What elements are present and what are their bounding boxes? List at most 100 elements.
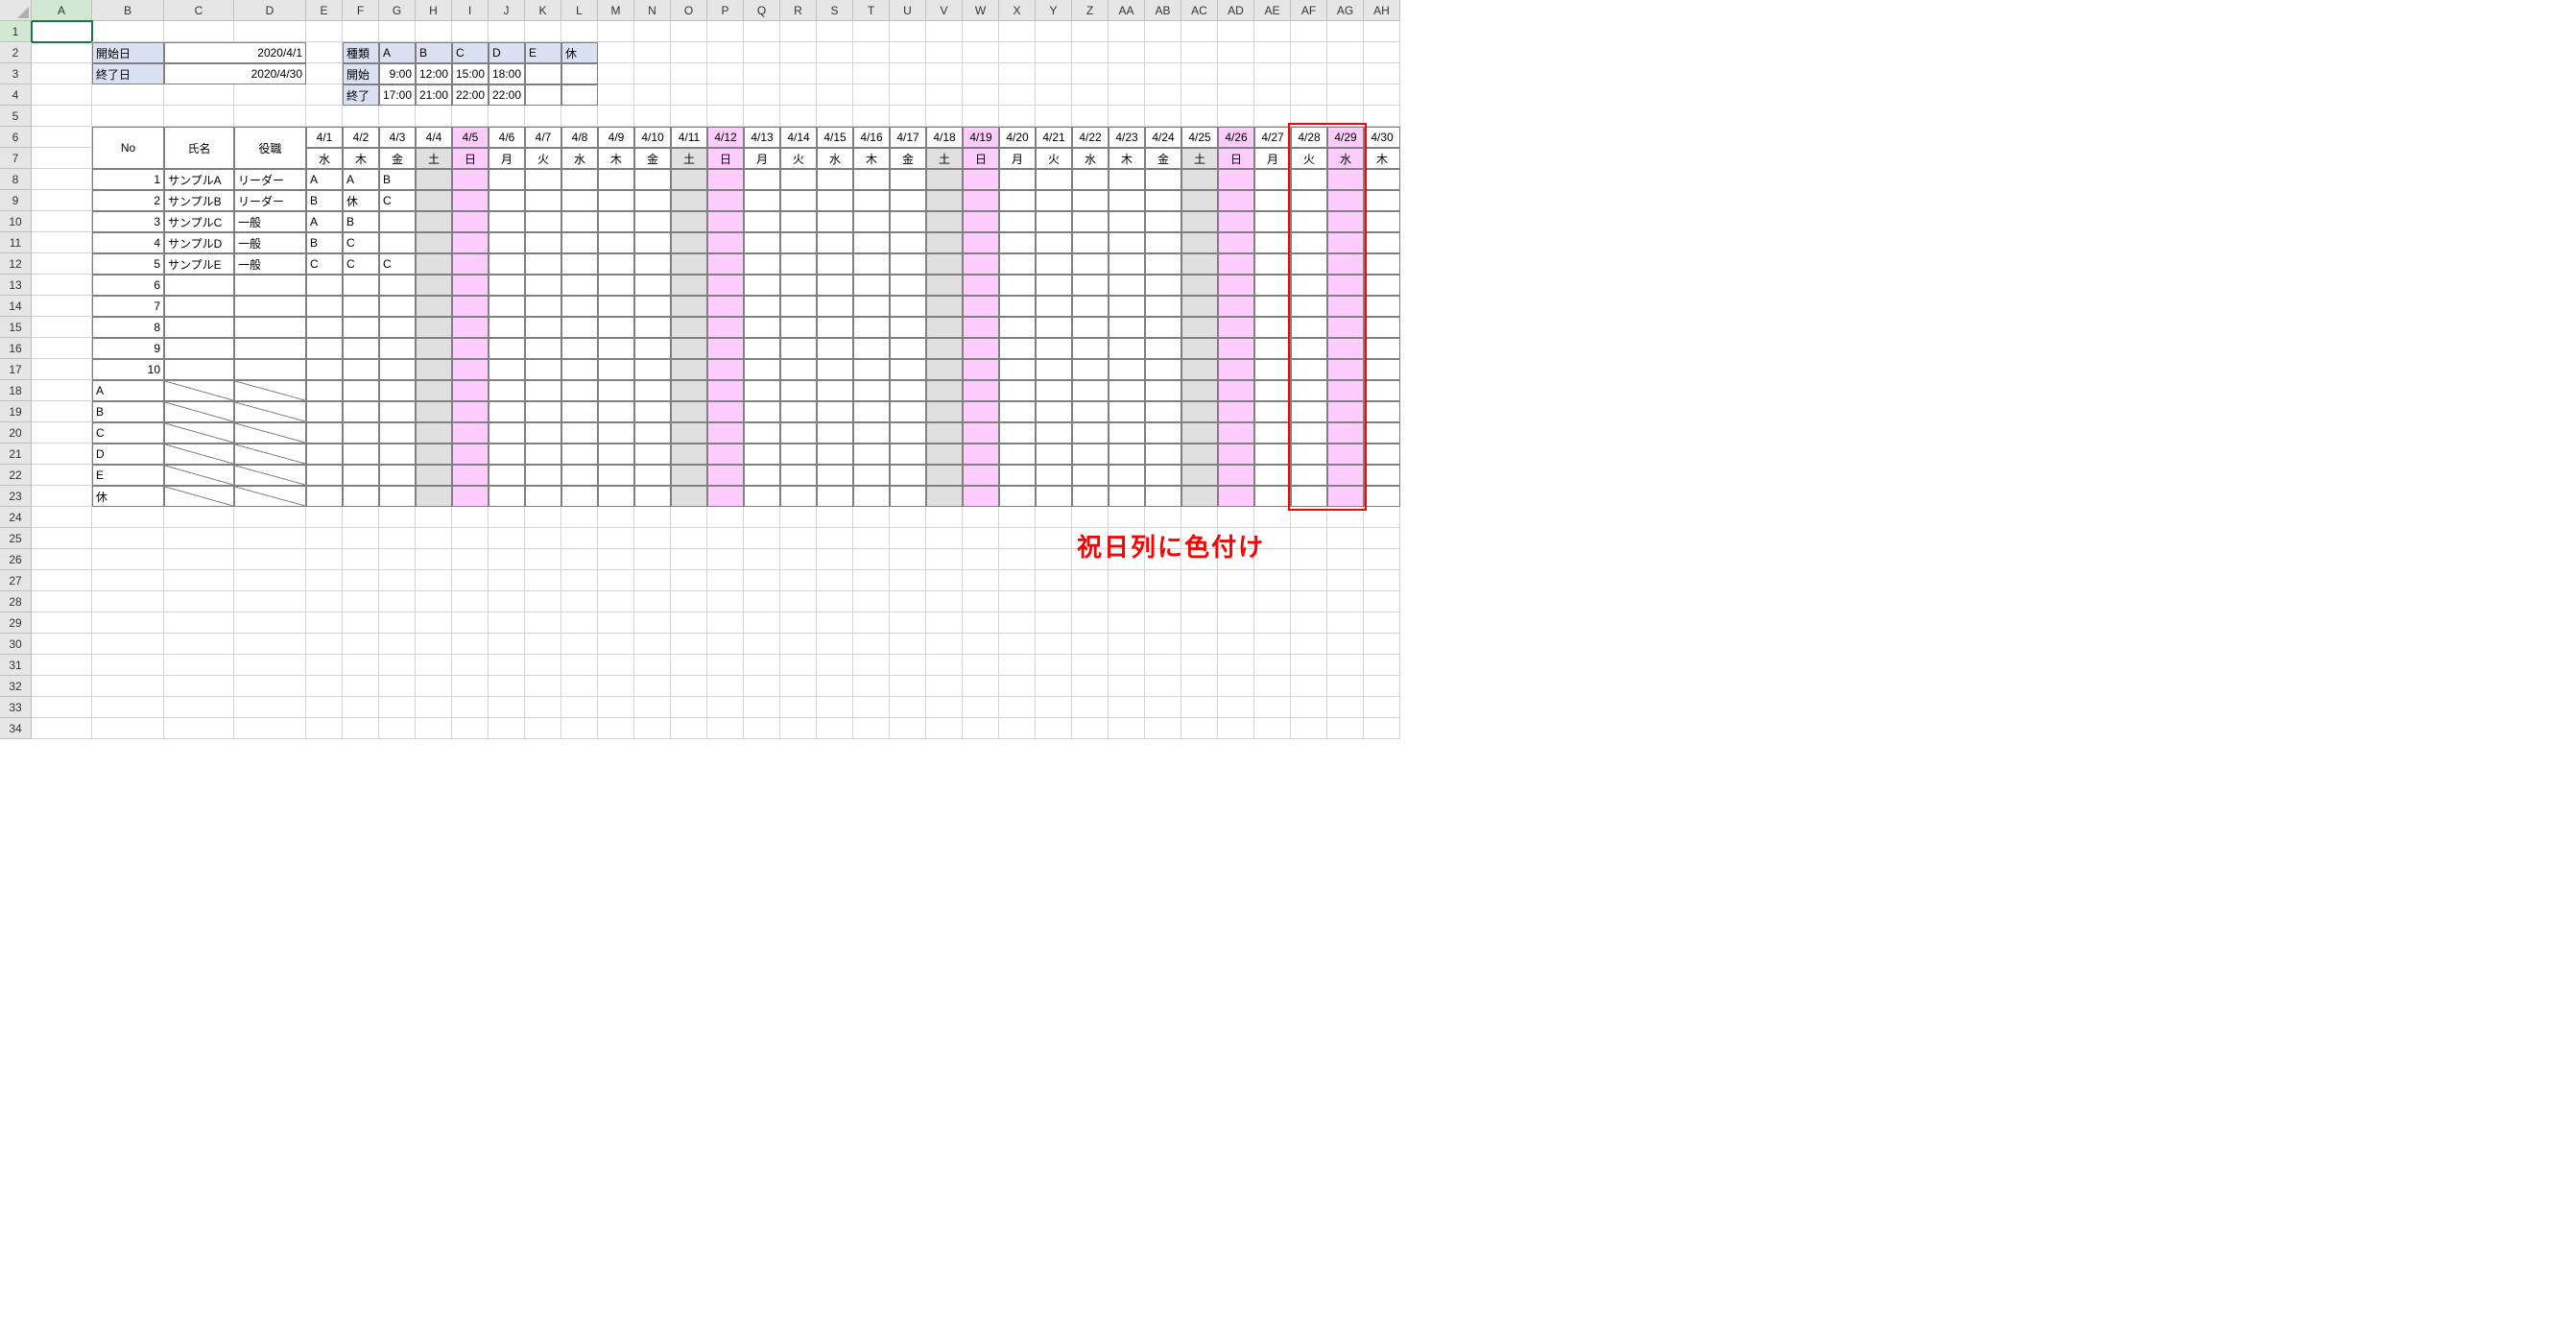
- col-header[interactable]: S: [817, 0, 853, 21]
- schedule-cell[interactable]: [1327, 317, 1364, 338]
- summary-diag[interactable]: [234, 465, 306, 486]
- cell[interactable]: [343, 507, 379, 528]
- summary-cell[interactable]: [598, 444, 634, 465]
- summary-cell[interactable]: [1145, 401, 1181, 422]
- date-header[interactable]: 4/15: [817, 127, 853, 148]
- schedule-cell[interactable]: [817, 190, 853, 211]
- cell[interactable]: [32, 655, 92, 676]
- cell[interactable]: [32, 507, 92, 528]
- start-date-label[interactable]: 開始日: [92, 42, 164, 63]
- summary-cell[interactable]: [780, 380, 817, 401]
- schedule-cell[interactable]: [598, 232, 634, 253]
- summary-cell[interactable]: [671, 422, 707, 444]
- cell[interactable]: [1145, 507, 1181, 528]
- cell[interactable]: [234, 106, 306, 127]
- schedule-cell[interactable]: [707, 211, 744, 232]
- row-header[interactable]: 31: [0, 655, 32, 676]
- cell[interactable]: [634, 42, 671, 63]
- schedule-cell[interactable]: [1036, 169, 1072, 190]
- summary-cell[interactable]: [1072, 486, 1109, 507]
- cell[interactable]: [1291, 718, 1327, 739]
- summary-cell[interactable]: [1072, 401, 1109, 422]
- cell[interactable]: [234, 676, 306, 697]
- col-header[interactable]: AE: [1254, 0, 1291, 21]
- cell[interactable]: [306, 507, 343, 528]
- summary-cell[interactable]: [1072, 422, 1109, 444]
- cell[interactable]: [32, 591, 92, 612]
- summary-cell[interactable]: [525, 486, 561, 507]
- schedule-cell[interactable]: [379, 296, 416, 317]
- schedule-cell[interactable]: [999, 359, 1036, 380]
- cell[interactable]: [817, 676, 853, 697]
- summary-cell[interactable]: [306, 422, 343, 444]
- summary-cell[interactable]: [452, 401, 489, 422]
- schedule-cell[interactable]: [561, 169, 598, 190]
- cell[interactable]: [1036, 549, 1072, 570]
- summary-cell[interactable]: [1254, 444, 1291, 465]
- schedule-cell[interactable]: [1036, 211, 1072, 232]
- schedule-cell[interactable]: [1254, 359, 1291, 380]
- row-name[interactable]: [164, 359, 234, 380]
- schedule-cell[interactable]: [634, 317, 671, 338]
- schedule-cell[interactable]: [671, 317, 707, 338]
- cell[interactable]: [853, 42, 890, 63]
- summary-cell[interactable]: [963, 380, 999, 401]
- summary-cell[interactable]: [1218, 422, 1254, 444]
- summary-cell[interactable]: [343, 465, 379, 486]
- cell[interactable]: [32, 127, 92, 148]
- cell[interactable]: [379, 507, 416, 528]
- cell[interactable]: [92, 507, 164, 528]
- schedule-cell[interactable]: [1291, 296, 1327, 317]
- cell[interactable]: [164, 106, 234, 127]
- col-header[interactable]: I: [452, 0, 489, 21]
- day-header[interactable]: 水: [1072, 148, 1109, 169]
- schedule-cell[interactable]: [963, 232, 999, 253]
- day-header[interactable]: 日: [963, 148, 999, 169]
- cell[interactable]: [561, 655, 598, 676]
- schedule-cell[interactable]: [926, 190, 963, 211]
- cell[interactable]: [890, 655, 926, 676]
- cell[interactable]: [999, 655, 1036, 676]
- cell[interactable]: [234, 507, 306, 528]
- date-header[interactable]: 4/20: [999, 127, 1036, 148]
- schedule-cell[interactable]: [1145, 296, 1181, 317]
- cell[interactable]: [1218, 591, 1254, 612]
- cell[interactable]: [343, 528, 379, 549]
- cell[interactable]: [1364, 528, 1400, 549]
- cell[interactable]: [780, 84, 817, 106]
- summary-cell[interactable]: [780, 401, 817, 422]
- cell[interactable]: [452, 591, 489, 612]
- summary-cell[interactable]: [561, 486, 598, 507]
- cell[interactable]: [780, 591, 817, 612]
- row-header[interactable]: 19: [0, 401, 32, 422]
- day-header[interactable]: 土: [416, 148, 452, 169]
- cell[interactable]: [1145, 634, 1181, 655]
- cell[interactable]: [92, 549, 164, 570]
- cell[interactable]: [561, 570, 598, 591]
- summary-cell[interactable]: [379, 486, 416, 507]
- cell[interactable]: [1218, 570, 1254, 591]
- cell[interactable]: [853, 507, 890, 528]
- schedule-cell[interactable]: [1327, 296, 1364, 317]
- summary-cell[interactable]: [707, 380, 744, 401]
- schedule-cell[interactable]: [452, 190, 489, 211]
- cell[interactable]: [1072, 676, 1109, 697]
- summary-cell[interactable]: [452, 444, 489, 465]
- cell[interactable]: [634, 697, 671, 718]
- cell[interactable]: [890, 63, 926, 84]
- schedule-cell[interactable]: [1072, 169, 1109, 190]
- cell[interactable]: [306, 676, 343, 697]
- cell[interactable]: [234, 528, 306, 549]
- summary-cell[interactable]: [1181, 486, 1218, 507]
- date-header[interactable]: 4/8: [561, 127, 598, 148]
- cell[interactable]: [416, 697, 452, 718]
- summary-cell[interactable]: [1181, 401, 1218, 422]
- cell[interactable]: [853, 676, 890, 697]
- date-header[interactable]: 4/21: [1036, 127, 1072, 148]
- cell[interactable]: [92, 591, 164, 612]
- summary-cell[interactable]: [343, 422, 379, 444]
- cell[interactable]: [1145, 21, 1181, 42]
- summary-cell[interactable]: [963, 401, 999, 422]
- cell[interactable]: [1291, 507, 1327, 528]
- cell[interactable]: [1109, 612, 1145, 634]
